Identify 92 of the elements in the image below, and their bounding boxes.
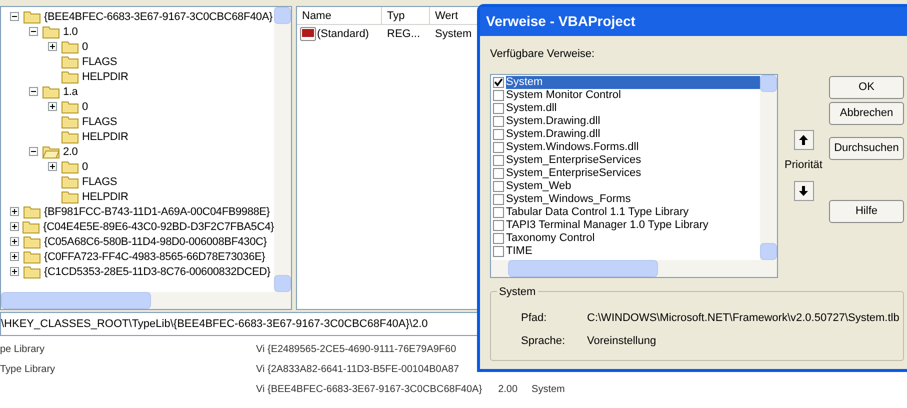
- reference-item[interactable]: System.Drawing.dll: [506, 115, 760, 128]
- checkbox[interactable]: [493, 207, 504, 218]
- tree-item[interactable]: {C04E4E5E-89E6-43C0-92BD-D3F2C7FBA5C4}: [43, 220, 274, 234]
- reference-item[interactable]: Taxonomy Control: [506, 232, 760, 245]
- list-label: Verfügbare Verweise:: [490, 47, 596, 62]
- expand-toggle[interactable]: [10, 207, 19, 216]
- reference-item[interactable]: System_Windows_Forms: [506, 193, 760, 206]
- tree-item[interactable]: HELPDIR: [82, 70, 128, 84]
- expand-toggle[interactable]: [10, 237, 19, 246]
- tree-item[interactable]: {BF981FCC-B743-11D1-A69A-00C04FB9988E}: [44, 204, 270, 218]
- reference-item[interactable]: System_EnterpriseServices: [506, 167, 760, 180]
- dialog-button[interactable]: Abbrechen: [829, 102, 904, 125]
- reference-item[interactable]: TIME: [506, 245, 760, 258]
- checkbox[interactable]: [493, 77, 504, 88]
- path-label: Pfad:: [521, 311, 548, 326]
- tree-item[interactable]: 0: [82, 40, 88, 54]
- horizontal-scrollbar[interactable]: [1, 292, 291, 309]
- tree-item[interactable]: {C0FFA723-FF4C-4983-8565-66D78E73036E}: [44, 250, 266, 264]
- expand-toggle[interactable]: [10, 267, 19, 276]
- list-cell: System: [532, 382, 565, 396]
- reference-item[interactable]: System Monitor Control: [506, 89, 760, 102]
- address-text: \HKEY_CLASSES_ROOT\TypeLib\{BEE4BFEC-6683-3E67-9167-3C0CBC68F40A}\2.0: [1, 316, 428, 332]
- tree-item[interactable]: FLAGS: [82, 174, 118, 188]
- reference-item[interactable]: System_Web: [506, 180, 760, 193]
- down-arrow-icon: [799, 186, 808, 196]
- collapse-toggle[interactable]: [29, 147, 38, 156]
- checkbox[interactable]: [493, 116, 504, 127]
- group-title: System: [497, 284, 538, 300]
- language-label: Sprache:: [521, 334, 566, 348]
- collapse-toggle[interactable]: [10, 12, 19, 21]
- tree-item[interactable]: 2.0: [63, 144, 78, 158]
- tree-item[interactable]: {C1CD5353-28E5-11D3-8C76-00600832DCED}: [44, 264, 270, 278]
- reference-item[interactable]: Tabular Data Control 1.1 Type Library: [506, 206, 760, 219]
- list-cell: Vi {BEE4BFEC-6683-3E67-9167-3C0CBC68F40A}: [256, 382, 482, 396]
- column-header[interactable]: Name: [297, 7, 382, 24]
- checkbox[interactable]: [493, 168, 504, 179]
- tree-item[interactable]: 1.a: [63, 84, 78, 98]
- checkbox[interactable]: [493, 181, 504, 192]
- collapse-toggle[interactable]: [29, 87, 38, 96]
- checkbox[interactable]: [493, 129, 504, 140]
- tree-item[interactable]: 0: [82, 160, 88, 174]
- dialog-button[interactable]: Durchsuchen: [829, 137, 904, 160]
- checkbox[interactable]: [493, 233, 504, 244]
- vertical-scrollbar[interactable]: [760, 75, 777, 260]
- expand-toggle[interactable]: [48, 42, 57, 51]
- checkbox[interactable]: [493, 90, 504, 101]
- priority-label: Priorität: [784, 158, 822, 173]
- table-cell-text: System: [434, 26, 473, 42]
- dialog-button[interactable]: Hilfe: [829, 200, 904, 223]
- tree-item[interactable]: HELPDIR: [82, 190, 128, 204]
- list-cell: pe Library: [0, 344, 44, 354]
- horizontal-scrollbar[interactable]: [491, 260, 777, 277]
- expand-toggle[interactable]: [48, 162, 57, 171]
- move-up-button[interactable]: [794, 130, 814, 150]
- expand-toggle[interactable]: [10, 252, 19, 261]
- tree-item[interactable]: {BEE4BFEC-6683-3E67-9167-3C0CBC68F40A}: [44, 10, 272, 24]
- collapse-toggle[interactable]: [29, 27, 38, 36]
- reference-item[interactable]: System_EnterpriseServices: [506, 154, 760, 167]
- expand-toggle[interactable]: [10, 222, 19, 231]
- list-cell: 2.00: [498, 382, 518, 396]
- checkbox[interactable]: [493, 142, 504, 153]
- path-value: C:\WINDOWS\Microsoft.NET\Framework\v2.0.50727\System.tlb: [587, 311, 900, 326]
- move-down-button[interactable]: [794, 180, 814, 200]
- checkbox[interactable]: [493, 103, 504, 114]
- reference-item[interactable]: System.Windows.Forms.dll: [506, 141, 760, 154]
- dialog-button[interactable]: OK: [829, 76, 904, 99]
- checkbox[interactable]: [493, 246, 504, 257]
- tree-item[interactable]: HELPDIR: [82, 130, 128, 144]
- checkbox[interactable]: [493, 194, 504, 205]
- language-value: Voreinstellung: [587, 334, 658, 348]
- list-cell: Type Library: [0, 364, 56, 374]
- string-value-icon: [300, 27, 316, 41]
- vertical-scrollbar[interactable]: [274, 7, 291, 292]
- reference-item[interactable]: System: [506, 76, 760, 89]
- list-cell: Vi {E2489565-2CE5-4690-9111-76E79A9F60: [256, 342, 456, 356]
- checkbox[interactable]: [493, 155, 504, 166]
- tree-item[interactable]: FLAGS: [82, 114, 118, 128]
- table-cell-text: (Standard): [317, 26, 369, 42]
- tree-item[interactable]: FLAGS: [82, 54, 118, 68]
- column-header[interactable]: Typ: [382, 7, 430, 24]
- reference-item[interactable]: System.Drawing.dll: [506, 128, 760, 141]
- tree-item[interactable]: {C05A68C6-580B-11D4-98D0-006008BF430C}: [44, 234, 267, 248]
- tree-item[interactable]: 0: [82, 100, 88, 114]
- table-cell-text: REG...: [386, 26, 422, 42]
- tree-item[interactable]: 1.0: [63, 24, 78, 38]
- reference-item[interactable]: System.dll: [506, 102, 760, 115]
- checkbox[interactable]: [493, 220, 504, 231]
- list-cell: Vi {2A833A82-6641-11D3-B5FE-00104B0A87: [256, 362, 460, 376]
- reference-item[interactable]: TAPI3 Terminal Manager 1.0 Type Library: [506, 219, 760, 232]
- up-arrow-icon: [799, 135, 808, 145]
- expand-toggle[interactable]: [48, 102, 57, 111]
- checkmark-icon: [494, 78, 503, 87]
